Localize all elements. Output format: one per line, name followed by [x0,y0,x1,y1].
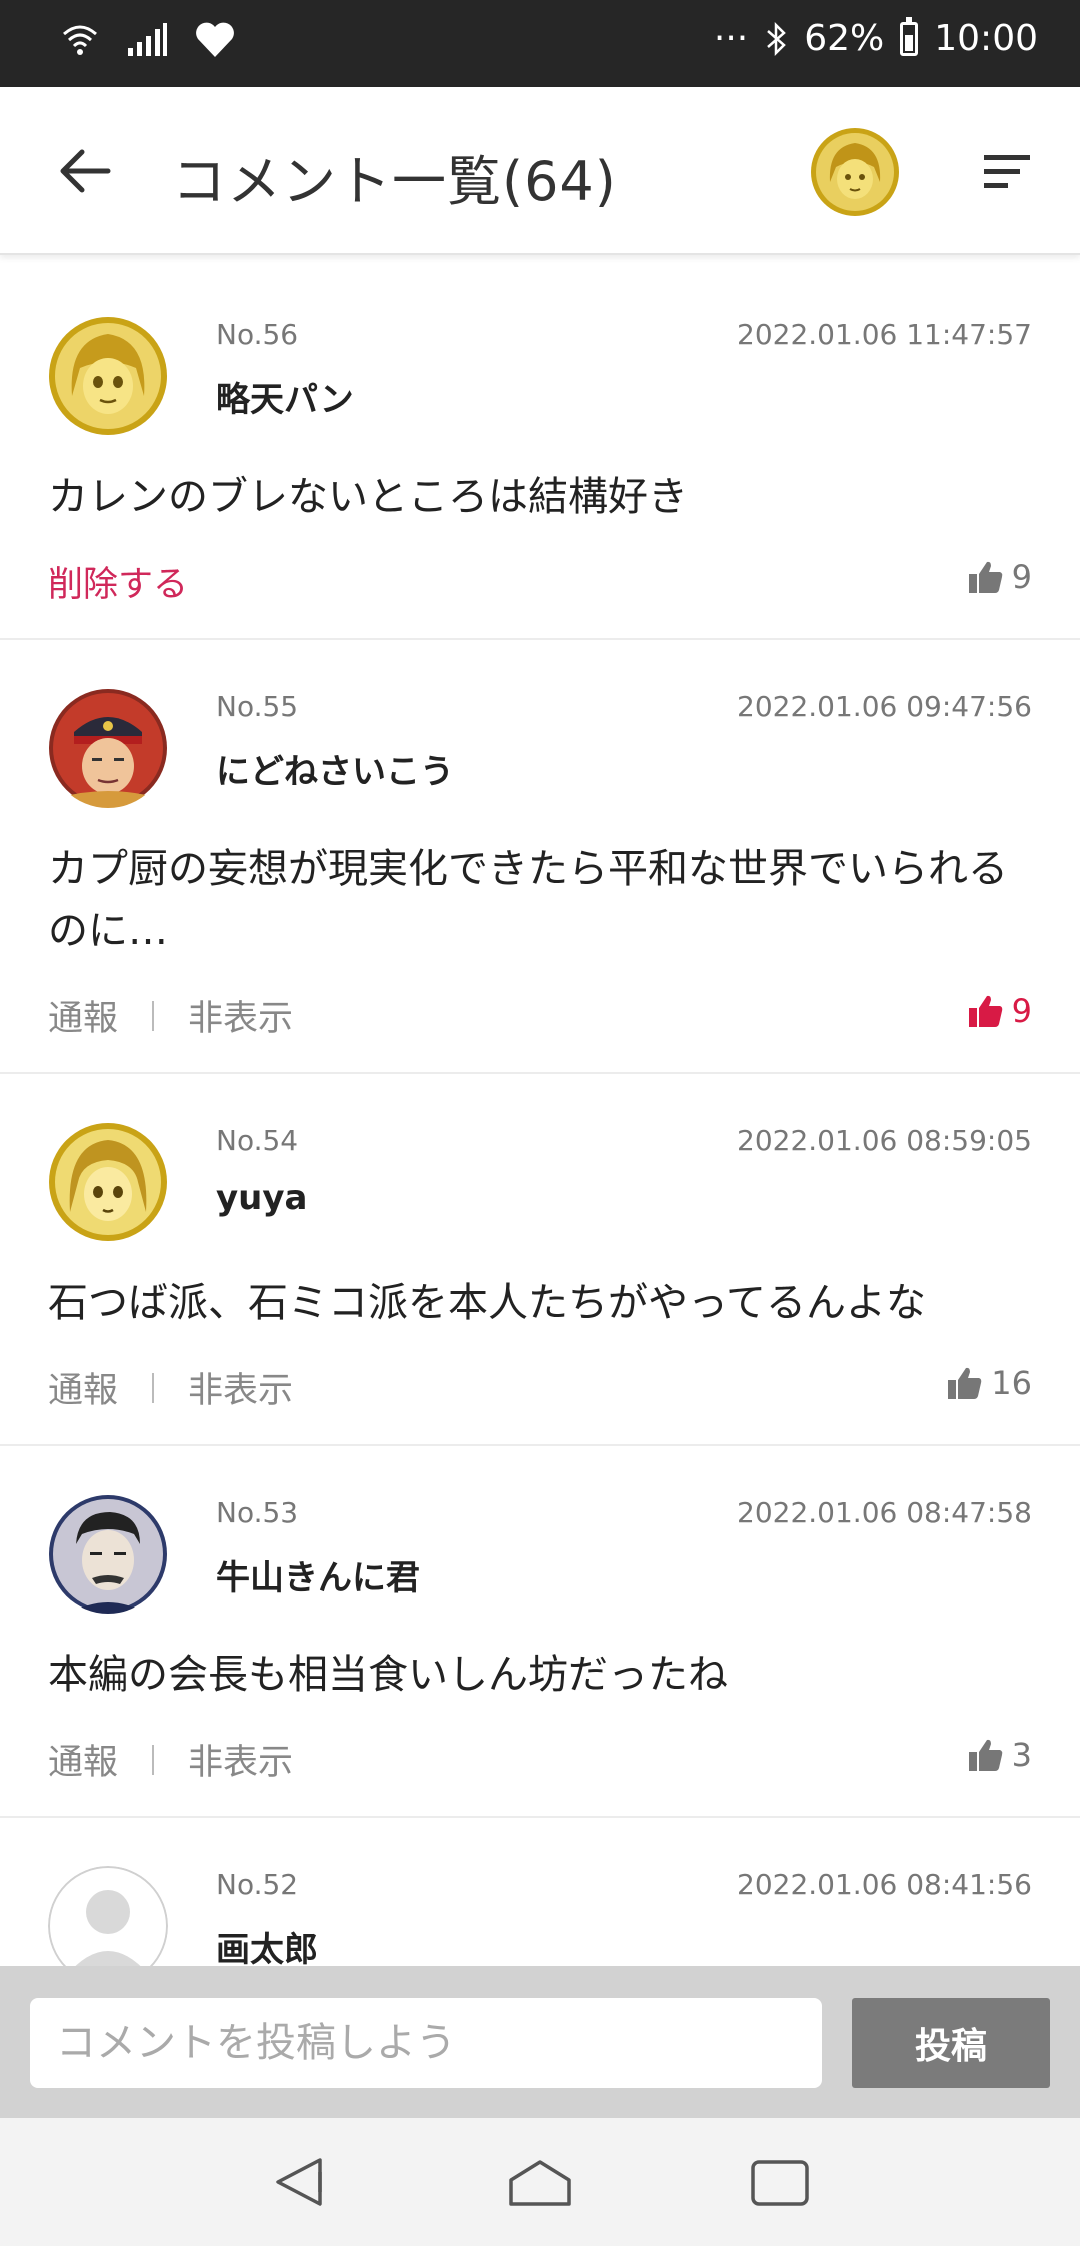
divider [152,1744,155,1775]
comment-number: No.54 [216,1124,299,1157]
comment-item: No.54 2022.01.06 08:59:05 yuya 石つば派、石ミコ派… [0,1074,1080,1446]
page-title: コメント一覧(64) [172,150,617,213]
comment-date: 2022.01.06 09:47:56 [737,690,1032,723]
like-button[interactable]: 3 [968,1736,1032,1774]
comment-date: 2022.01.06 08:59:05 [737,1124,1032,1157]
back-button[interactable] [50,139,120,203]
signal-icon [128,23,167,56]
system-nav-bar [0,2118,1080,2246]
nav-back-icon[interactable] [270,2154,340,2210]
thumbs-up-icon [968,1739,1002,1771]
comment-input[interactable] [30,1998,822,2088]
comment-text: 本編の会長も相当食いしん坊だったね [48,1652,728,1698]
like-button[interactable]: 9 [968,992,1032,1030]
like-count: 9 [1011,992,1032,1030]
divider [152,1000,155,1031]
clock: 10:00 [934,18,1038,59]
comment-actions: 通報 非表示 [48,990,293,1041]
hide-button[interactable]: 非表示 [188,1362,293,1413]
hide-button[interactable]: 非表示 [188,990,293,1041]
comment-compose-bar: 投稿 [0,1966,1080,2118]
comment-date: 2022.01.06 08:47:58 [737,1496,1032,1529]
overflow-dots: ··· [713,18,749,59]
comment-item: No.55 2022.01.06 09:47:56 にどねさいこう カプ厨の妄想… [0,640,1080,1074]
like-button[interactable]: 9 [968,558,1032,596]
wifi-icon [63,25,97,55]
comment-date: 2022.01.06 08:41:56 [737,1868,1032,1901]
app-header: コメント一覧(64) [0,87,1080,255]
comment-username[interactable]: 画太郎 [216,1922,318,1971]
battery-icon [900,16,919,56]
thumbs-up-icon [948,1367,982,1399]
battery-percent: 62% [804,18,885,59]
like-count: 9 [1011,558,1032,596]
comment-username[interactable]: にどねさいこう [216,744,454,793]
like-button[interactable]: 16 [947,1364,1032,1402]
post-button[interactable]: 投稿 [852,1998,1050,2088]
comment-username[interactable]: 牛山きんに君 [216,1550,420,1599]
bluetooth-icon [767,21,787,56]
user-avatar[interactable] [810,127,900,217]
commenter-avatar[interactable] [48,1122,168,1242]
commenter-avatar[interactable] [48,688,168,808]
like-count: 3 [1011,1736,1032,1774]
sort-menu-icon[interactable] [976,147,1036,197]
thumbs-up-icon [968,995,1002,1027]
nav-home-icon[interactable] [505,2154,575,2210]
report-button[interactable]: 通報 [48,1734,118,1785]
comment-username[interactable]: yuya [216,1178,307,1218]
like-count: 16 [991,1364,1032,1402]
comment-text: カレンのブレないところは結構好き [48,474,688,520]
commenter-avatar[interactable] [48,1494,168,1614]
back-arrow-icon [60,149,111,193]
divider [152,1372,155,1403]
thumbs-up-icon [968,561,1002,593]
commenter-avatar[interactable] [48,316,168,436]
hide-button[interactable]: 非表示 [188,1734,293,1785]
comment-text: カプ厨の妄想が現実化できたら平和な世界でいられるのに… [48,846,1008,954]
comment-number: No.53 [216,1496,299,1529]
status-bar: ··· 62% 10:00 [0,0,1080,87]
report-button[interactable]: 通報 [48,1362,118,1413]
comment-actions: 通報 非表示 [48,1734,293,1785]
nav-recents-icon[interactable] [745,2154,815,2210]
comment-number: No.55 [216,690,299,723]
comment-text: 石つば派、石ミコ派を本人たちがやってるんよな [48,1280,926,1326]
comment-number: No.52 [216,1868,299,1901]
comment-username[interactable]: 略天パン [216,372,354,421]
report-button[interactable]: 通報 [48,990,118,1041]
comment-item: No.56 2022.01.06 11:47:57 略天パン カレンのブレないと… [0,268,1080,640]
comment-number: No.56 [216,318,299,351]
comment-list: No.56 2022.01.06 11:47:57 略天パン カレンのブレないと… [0,268,1080,2018]
delete-button[interactable]: 削除する [48,556,188,607]
heart-icon [196,22,234,58]
comment-actions: 通報 非表示 [48,1362,293,1413]
comment-date: 2022.01.06 11:47:57 [737,318,1032,351]
comment-actions: 削除する [48,556,188,607]
comment-item: No.53 2022.01.06 08:47:58 牛山きんに君 本編の会長も相… [0,1446,1080,1818]
